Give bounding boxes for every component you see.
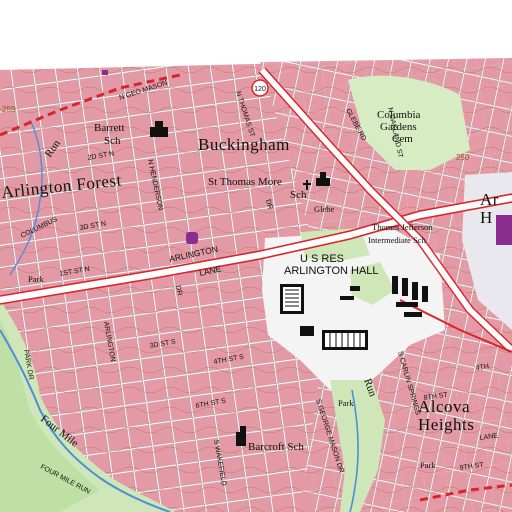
school-label-st-thomas-sch: Sch xyxy=(290,189,307,201)
school-label-tj-intermediate: Intermediate Sch xyxy=(368,235,427,245)
route-120-label: 120 xyxy=(254,86,266,93)
school-label-barrett: Barrett xyxy=(94,122,125,134)
neighborhood-label-buckingham: Buckingham xyxy=(198,135,290,154)
school-building-icon xyxy=(496,215,512,245)
park-label: Park xyxy=(28,274,44,284)
school-label-st-thomas: St Thomas More xyxy=(208,176,282,188)
building-arlington-hall-2-inner xyxy=(325,333,365,347)
park-label: Park xyxy=(420,460,436,470)
neighborhood-label-heights: Heights xyxy=(418,415,474,434)
contour-label: 259 xyxy=(2,105,16,114)
route-shield-icon: 120 xyxy=(251,79,269,97)
park-label: Park xyxy=(338,398,354,408)
building-arlington-hall-1-inner xyxy=(283,287,301,311)
place-label-columbia: Columbia xyxy=(377,109,421,121)
school-building-icon xyxy=(102,70,108,75)
place-label-hospital-a: Ar xyxy=(480,190,499,209)
contour-label: 250 xyxy=(456,153,470,162)
place-label-hospital-h: H xyxy=(480,208,493,227)
reservation-label-arlington-hall: ARLINGTON HALL xyxy=(284,265,379,277)
place-label-glebe: Glebe xyxy=(314,204,335,214)
school-label-barrett-sch: Sch xyxy=(104,135,121,147)
topographic-map: 120 250 259 Buckingham Arlington Forest … xyxy=(0,0,512,512)
school-label-barcroft: Barcroft Sch xyxy=(248,441,304,453)
reservation-label-us-res: U S RES xyxy=(300,253,344,265)
school-building-icon xyxy=(186,232,198,244)
school-label-thomas-jefferson: Thomas Jefferson xyxy=(372,222,433,232)
building-arlington-hall-3 xyxy=(300,326,314,336)
